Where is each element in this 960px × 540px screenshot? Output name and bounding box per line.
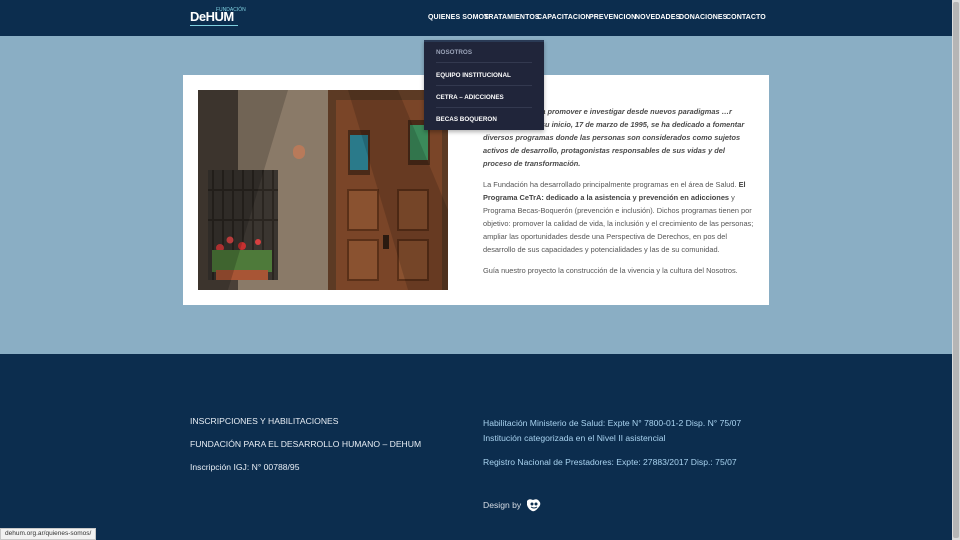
status-bar-url: dehum.org.ar/quienes-somos/ — [0, 528, 97, 540]
footer-inscripciones: INSCRIPCIONES Y HABILITACIONES — [190, 416, 339, 426]
footer-left-column: INSCRIPCIONES Y HABILITACIONES FUNDACIÓN… — [190, 416, 421, 485]
nav-novedades[interactable]: NOVEDADES — [635, 14, 680, 21]
scrollbar-thumb[interactable] — [953, 2, 959, 538]
dropdown-item-becas-boqueron[interactable]: BECAS BOQUERON — [436, 116, 532, 129]
design-by-label: Design by — [483, 500, 522, 510]
logo-tagline-decoration — [190, 25, 238, 26]
nav-tratamientos[interactable]: TRATAMIENTOS — [484, 14, 540, 21]
footer-fundacion-name: FUNDACIÓN PARA EL DESARROLLO HUMANO – DE… — [190, 439, 422, 449]
dropdown-item-nosotros[interactable]: NOSOTROS — [436, 49, 532, 63]
nav-prevencion[interactable]: PREVENCION — [589, 14, 636, 21]
design-credit[interactable]: Design by — [483, 497, 543, 513]
door-photo-illustration — [198, 90, 448, 290]
footer-habilitacion[interactable]: Habilitación Ministerio de Salud: Expte … — [483, 416, 741, 431]
site-footer: INSCRIPCIONES Y HABILITACIONES FUNDACIÓN… — [0, 354, 952, 540]
programs-detail: y Programa Becas-Boquerón (prevención e … — [483, 193, 754, 254]
site-logo[interactable]: FUNDACIÓN DeHUM — [190, 7, 246, 29]
dropdown-item-equipo-institucional[interactable]: EQUIPO INSTITUCIONAL — [436, 72, 532, 86]
nav-capacitacion[interactable]: CAPACITACION — [537, 14, 591, 21]
footer-inscripcion-igj: Inscripción IGJ: N° 00788/95 — [190, 462, 300, 472]
footer-registro[interactable]: Registro Nacional de Prestadores: Expte:… — [483, 455, 741, 470]
designer-logo-icon[interactable] — [525, 497, 543, 513]
programs-intro: La Fundación ha desarrollado principalme… — [483, 180, 739, 189]
nav-contacto[interactable]: CONTACTO — [726, 14, 766, 21]
dropdown-item-cetra-adicciones[interactable]: CETRA – ADICCIONES — [436, 94, 532, 108]
top-navbar: FUNDACIÓN DeHUM QUIENES SOMOS TRATAMIENT… — [0, 0, 952, 36]
about-text: …está dedicada a promover e investigar d… — [483, 105, 755, 277]
footer-right-column: Habilitación Ministerio de Salud: Expte … — [483, 416, 741, 470]
nav-quienes-somos[interactable]: QUIENES SOMOS — [428, 14, 489, 21]
logo-text: DeHUM — [190, 9, 234, 24]
footer-categoria[interactable]: Institución categorizada en el Nivel II … — [483, 431, 741, 446]
programs-paragraph: La Fundación ha desarrollado principalme… — [483, 178, 755, 256]
closing-paragraph: Guía nuestro proyecto la construcción de… — [483, 266, 738, 275]
building-door-photo — [198, 90, 448, 290]
quienes-somos-dropdown: NOSOTROS EQUIPO INSTITUCIONAL CETRA – AD… — [424, 40, 544, 130]
page-scrollbar[interactable] — [952, 0, 960, 540]
nav-donaciones[interactable]: DONACIONES — [679, 14, 727, 21]
